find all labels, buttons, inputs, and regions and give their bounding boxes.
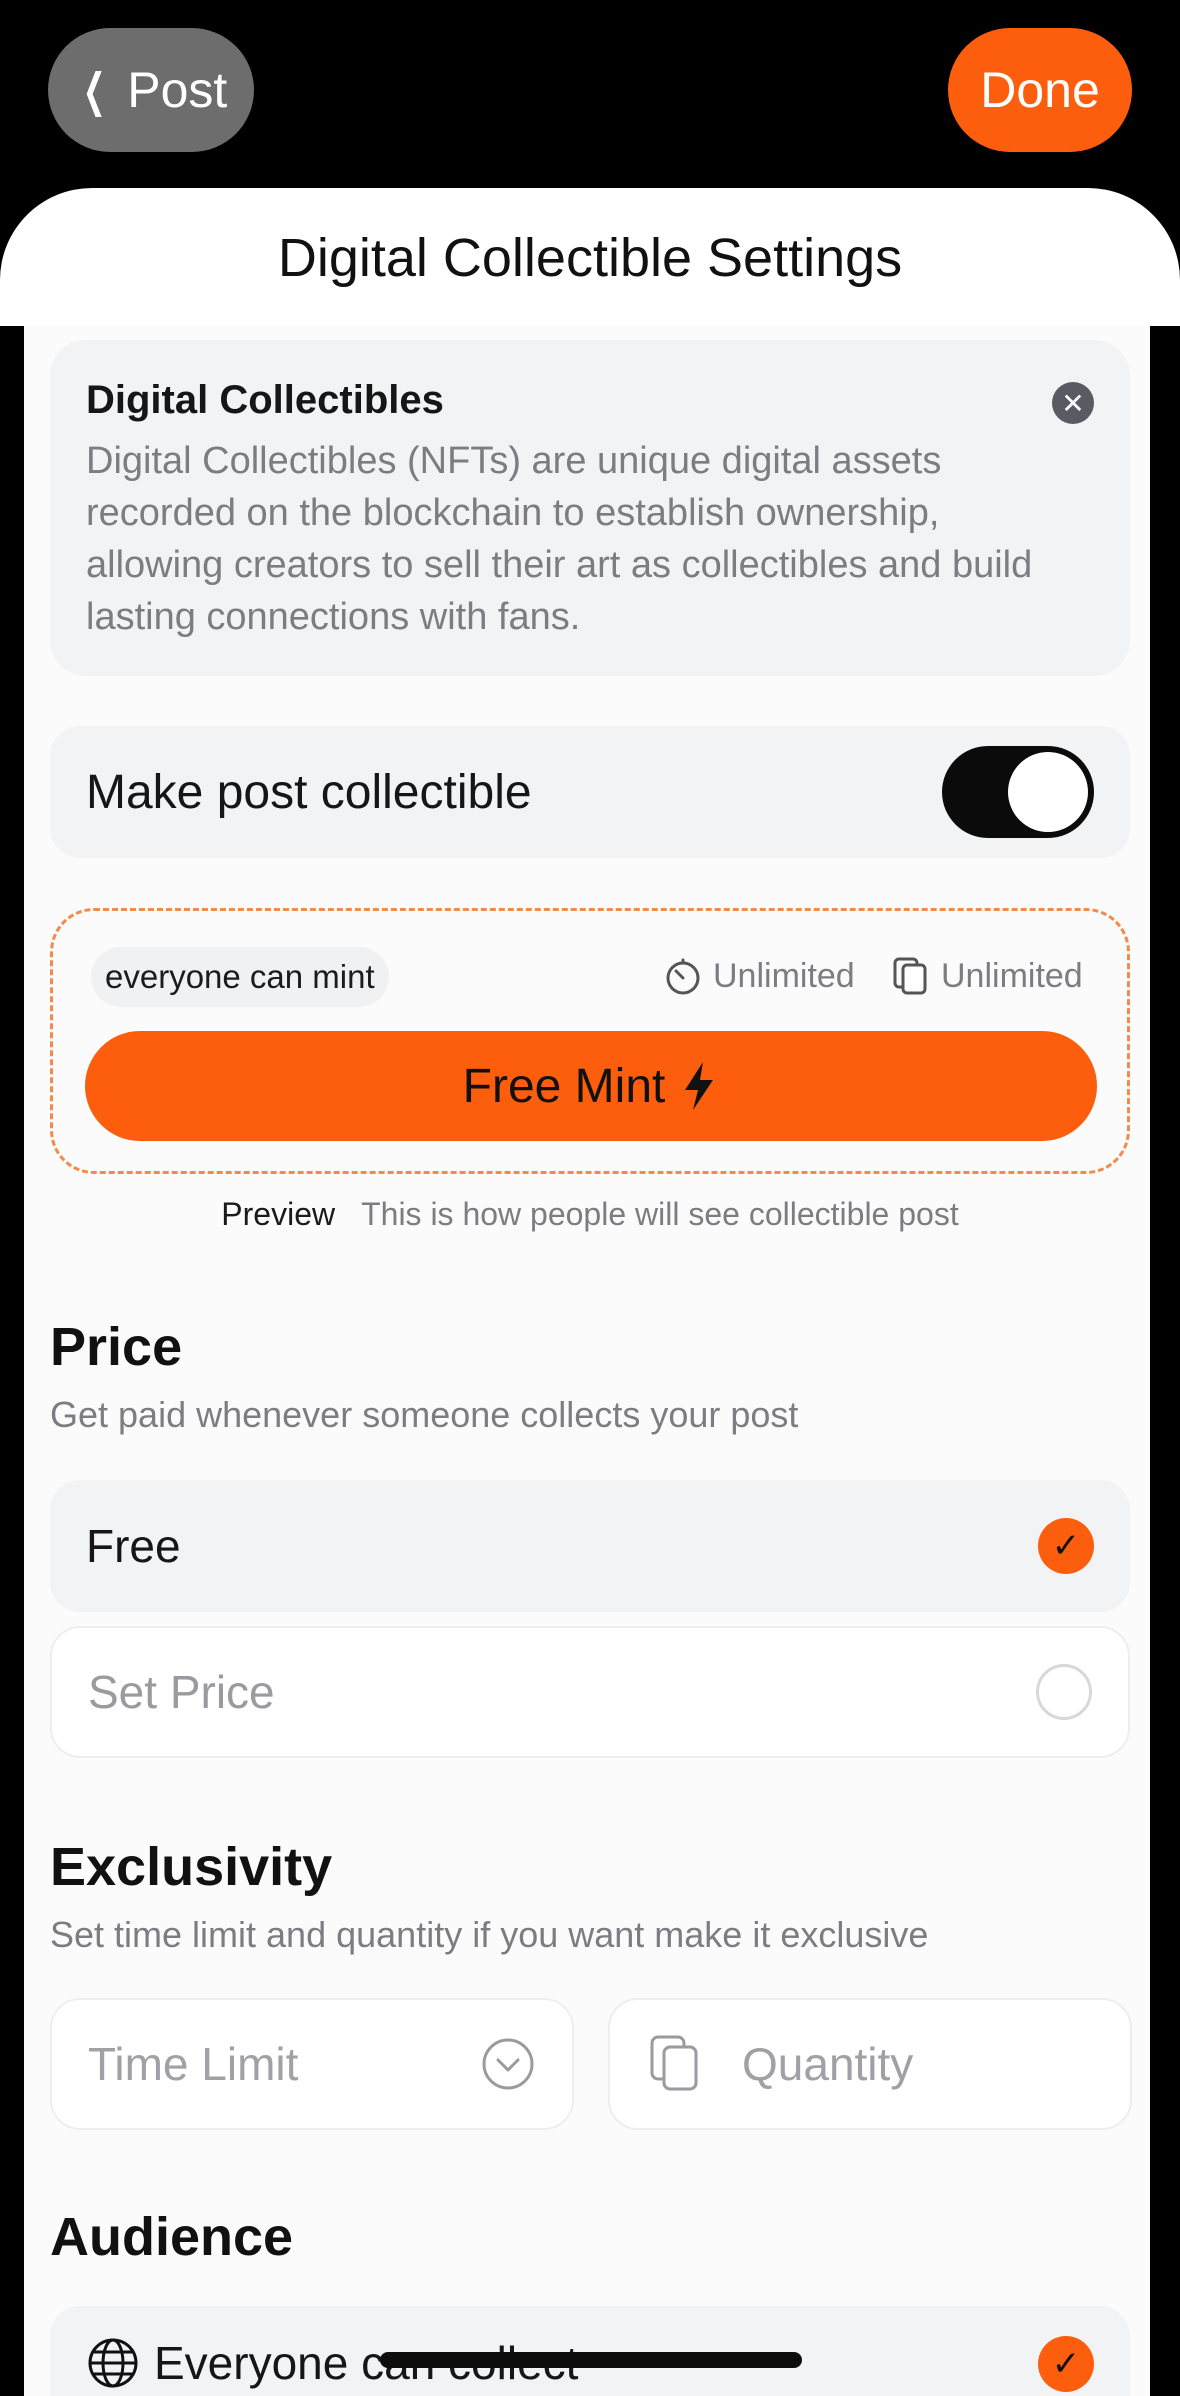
copies-icon [650, 2035, 698, 2091]
checkmark-icon: ✓ [1038, 2336, 1094, 2392]
price-option-label: Set Price [88, 1666, 275, 1718]
make-collectible-toggle[interactable] [942, 746, 1094, 838]
preview-caption-text: This is how people will see collectible … [361, 1196, 959, 1232]
back-button[interactable]: ❮ Post [48, 28, 254, 152]
quantity-placeholder: Quantity [742, 2038, 914, 2090]
chevron-left-icon: ❮ [82, 64, 106, 116]
page-title: Digital Collectible Settings [277, 228, 903, 288]
free-mint-button[interactable]: Free Mint [85, 1031, 1097, 1141]
lightning-icon [685, 1062, 714, 1110]
copies-icon [893, 957, 927, 995]
free-mint-label: Free Mint [462, 1059, 666, 1113]
exclusivity-subtitle: Set time limit and quantity if you want … [50, 1914, 929, 1955]
make-collectible-row: Make post collectible [50, 726, 1130, 858]
screen: ❮ Post Done Digital Collectible Settings… [0, 0, 1180, 2396]
radio-empty-icon [1036, 1664, 1092, 1720]
info-body: Digital Collectibles (NFTs) are unique d… [86, 440, 1033, 638]
chevron-down-icon [482, 2038, 534, 2090]
audience-option-everyone[interactable]: Everyone can collect ✓ [50, 2306, 1130, 2396]
time-limit-placeholder: Time Limit [88, 2038, 299, 2090]
exclusivity-title: Exclusivity [50, 1837, 333, 1897]
preview-caption-lead: Preview [221, 1196, 336, 1232]
price-subtitle: Get paid whenever someone collects your … [50, 1394, 799, 1435]
quantity-value: Unlimited [941, 956, 1083, 995]
make-collectible-label: Make post collectible [86, 765, 532, 819]
done-button[interactable]: Done [948, 28, 1132, 152]
time-limit-field[interactable]: Time Limit [50, 1998, 574, 2130]
checkmark-icon: ✓ [1038, 1518, 1094, 1574]
time-limit-stat: Unlimited [663, 951, 855, 1001]
audience-title: Audience [50, 2207, 294, 2267]
quantity-field[interactable]: Quantity [608, 1998, 1132, 2130]
home-indicator [380, 2352, 802, 2368]
info-card: Digital Collectibles Digital Collectible… [50, 340, 1130, 676]
price-title: Price [50, 1317, 183, 1377]
price-option-label: Free [86, 1520, 181, 1572]
preview-caption: Preview This is how people will see coll… [0, 1196, 1180, 1246]
time-limit-value: Unlimited [713, 956, 855, 995]
quantity-stat: Unlimited [891, 951, 1083, 1001]
mint-audience-chip: everyone can mint [91, 947, 389, 1007]
toggle-knob [1008, 752, 1088, 832]
info-title: Digital Collectibles [86, 378, 444, 422]
back-button-label: Post [127, 62, 228, 118]
globe-icon [88, 2338, 138, 2388]
timer-icon [666, 958, 700, 995]
price-option-set-price[interactable]: Set Price [50, 1626, 1130, 1758]
price-option-free[interactable]: Free ✓ [50, 1480, 1130, 1612]
collectible-preview: everyone can mint Unlimited Unlimited Fr… [50, 908, 1130, 1174]
close-icon[interactable]: ✕ [1052, 382, 1094, 424]
